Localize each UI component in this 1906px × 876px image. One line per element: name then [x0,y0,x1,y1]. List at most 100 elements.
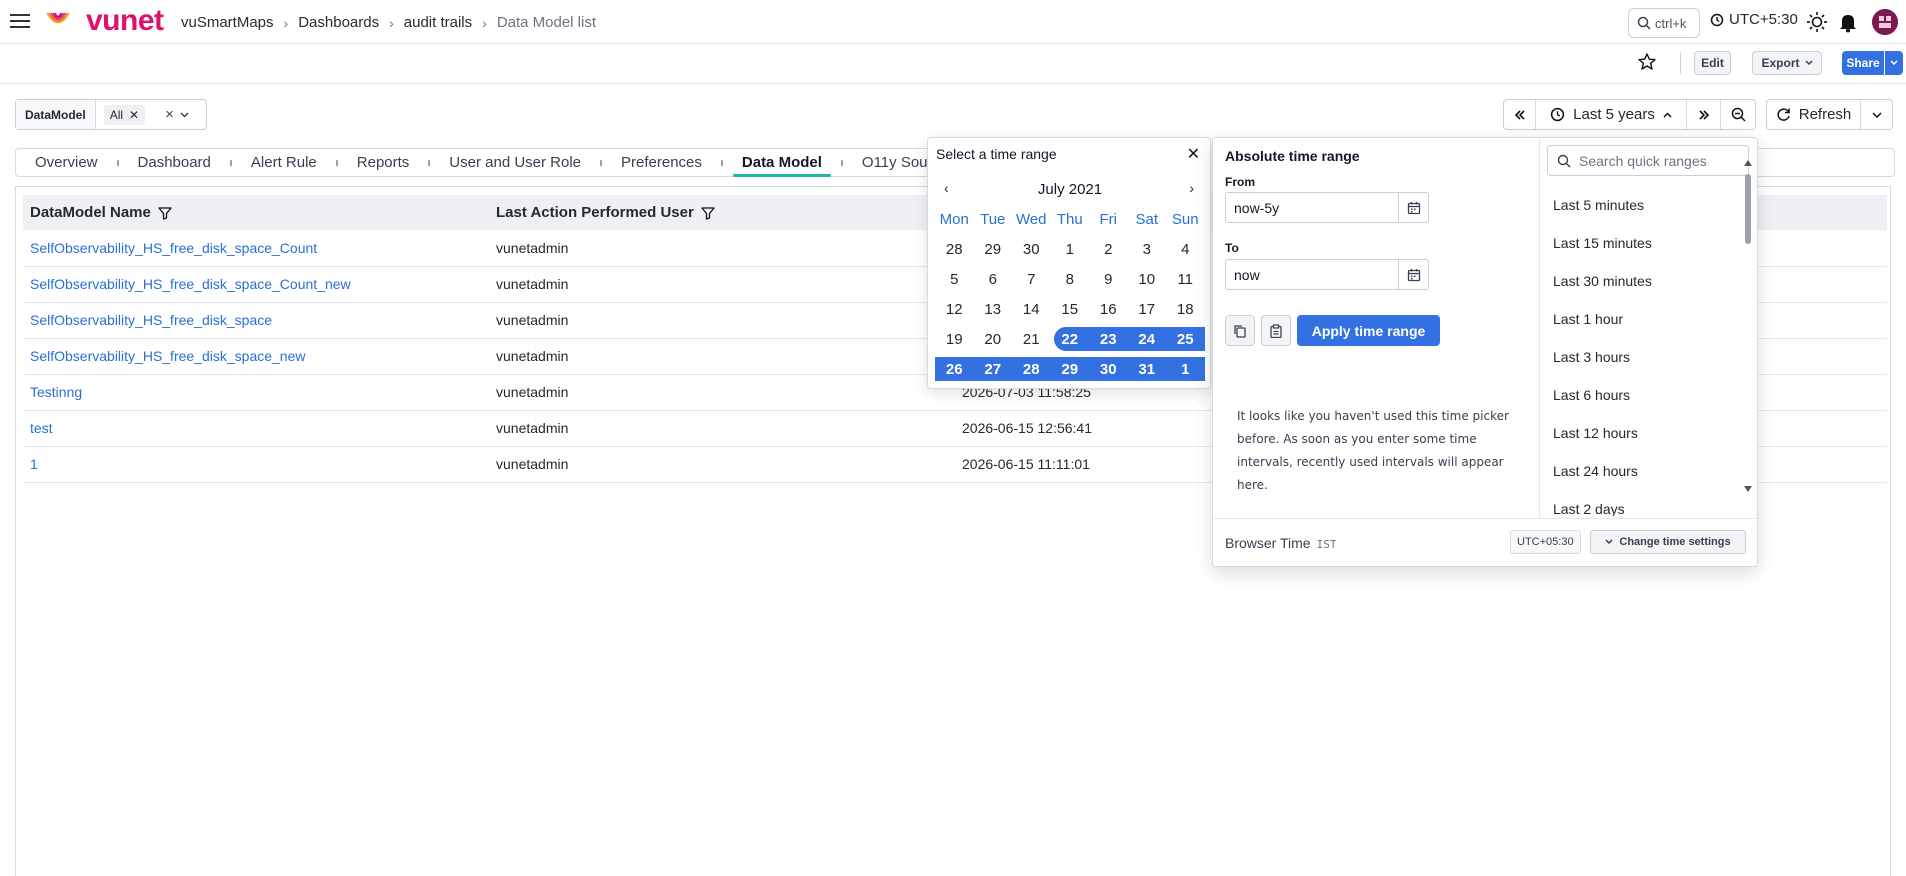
quick-range-item[interactable]: Last 5 minutes [1553,186,1733,224]
quick-range-item[interactable]: Last 3 hours [1553,338,1733,376]
calendar-day[interactable]: 15 [1051,301,1090,318]
apply-time-range-button[interactable]: Apply time range [1297,315,1440,346]
calendar-day[interactable]: 6 [974,271,1013,288]
chevron-right-icon[interactable]: › [1189,180,1194,196]
calendar-icon[interactable] [1399,192,1429,223]
quick-range-item[interactable]: Last 30 minutes [1553,262,1733,300]
from-input[interactable]: now-5y [1225,192,1399,223]
calendar-day[interactable]: 28 [935,241,974,258]
calendar-day-selected[interactable]: 31 [1128,361,1167,378]
refresh-button[interactable]: Refresh [1767,100,1861,129]
tab-data-model[interactable]: Data Model [723,149,841,177]
calendar-day[interactable]: 16 [1089,301,1128,318]
column-header-last-action-user[interactable]: Last Action Performed User [489,195,955,230]
calendar-day[interactable]: 30 [1012,241,1051,258]
edit-button[interactable]: Edit [1694,51,1731,75]
calendar-day[interactable]: 17 [1128,301,1167,318]
calendar-day[interactable]: 29 [974,241,1013,258]
avatar[interactable] [1872,9,1898,35]
calendar-day[interactable]: 13 [974,301,1013,318]
scrollbar[interactable] [1743,156,1753,496]
calendar-day-selected[interactable]: 27 [974,361,1013,378]
calendar-day-selected[interactable]: 1 [1166,361,1205,378]
export-button[interactable]: Export [1752,51,1822,75]
tab-reports[interactable]: Reports [338,149,429,176]
filter-icon[interactable] [158,206,172,220]
calendar-day[interactable]: 19 [935,331,974,348]
calendar-day[interactable]: 4 [1166,241,1205,258]
tab-user-and-user-role[interactable]: User and User Role [430,149,600,176]
clear-icon[interactable]: × [165,106,174,123]
shift-back-button[interactable] [1504,100,1536,129]
tab-overview[interactable]: Overview [16,149,117,176]
filter-chip[interactable]: All ✕ [103,104,146,125]
close-icon[interactable]: ✕ [129,108,139,122]
calendar-day[interactable]: 8 [1051,271,1090,288]
calendar-day[interactable]: 21 [1012,331,1051,348]
quick-range-item[interactable]: Last 1 hour [1553,300,1733,338]
shift-forward-button[interactable] [1687,100,1721,129]
share-options-button[interactable] [1885,51,1903,75]
change-time-settings-button[interactable]: Change time settings [1590,530,1746,554]
quick-range-item[interactable]: Last 12 hours [1553,414,1733,452]
time-range-button[interactable]: Last 5 years [1536,100,1687,129]
calendar-day-selected[interactable]: 22 [1051,331,1090,348]
quick-ranges-search[interactable]: Search quick ranges [1547,145,1749,176]
calendar-day[interactable]: 20 [974,331,1013,348]
calendar-icon[interactable] [1399,259,1429,290]
calendar-day[interactable]: 3 [1128,241,1167,258]
breadcrumb-item-audit-trails[interactable]: audit trails [404,14,472,31]
calendar-day-selected[interactable]: 23 [1089,331,1128,348]
calendar-day[interactable]: 9 [1089,271,1128,288]
calendar-day[interactable]: 1 [1051,241,1090,258]
vunet-logo-text[interactable]: vunet [86,4,164,38]
calendar-day[interactable]: 7 [1012,271,1051,288]
calendar-day-selected[interactable]: 25 [1166,331,1205,348]
calendar-day[interactable]: 18 [1166,301,1205,318]
to-input[interactable]: now [1225,259,1399,290]
tab-preferences[interactable]: Preferences [602,149,721,176]
calendar-day-selected[interactable]: 30 [1089,361,1128,378]
filter-icon[interactable] [701,206,715,220]
datamodel-name-link[interactable]: Testinng [23,374,489,411]
calendar-day-selected[interactable]: 28 [1012,361,1051,378]
datamodel-name-link[interactable]: SelfObservability_HS_free_disk_space_new [23,338,489,375]
datamodel-name-link[interactable]: 1 [23,446,489,483]
tab-alert-rule[interactable]: Alert Rule [232,149,336,176]
refresh-interval-button[interactable] [1861,100,1892,129]
calendar-day-selected[interactable]: 26 [935,361,974,378]
chevron-down-icon[interactable] [180,111,189,118]
star-icon[interactable] [1637,52,1659,74]
quick-range-item[interactable]: Last 15 minutes [1553,224,1733,262]
calendar-day-selected[interactable]: 29 [1051,361,1090,378]
vunet-logo-icon[interactable] [44,8,72,36]
timezone-button[interactable]: UTC+5:30 [1710,11,1798,28]
menu-icon[interactable] [9,12,33,32]
calendar-day[interactable]: 14 [1012,301,1051,318]
datamodel-filter[interactable]: DataModel All ✕ × [15,99,207,130]
quick-range-item[interactable]: Last 2 days [1553,490,1733,516]
quick-range-item[interactable]: Last 24 hours [1553,452,1733,490]
close-icon[interactable]: ✕ [1187,144,1200,164]
share-button[interactable]: Share [1842,51,1884,75]
breadcrumb-item-dashboards[interactable]: Dashboards [298,14,379,31]
calendar-day[interactable]: 12 [935,301,974,318]
global-search-button[interactable]: ctrl+k [1628,8,1700,38]
tab-dashboard[interactable]: Dashboard [119,149,230,176]
datamodel-name-link[interactable]: SelfObservability_HS_free_disk_space_Cou… [23,266,489,303]
calendar-day-selected[interactable]: 24 [1128,331,1167,348]
column-header-datamodel-name[interactable]: DataModel Name [23,195,489,230]
calendar-day[interactable]: 11 [1166,271,1205,288]
datamodel-name-link[interactable]: SelfObservability_HS_free_disk_space_Cou… [23,230,489,267]
quick-range-item[interactable]: Last 6 hours [1553,376,1733,414]
datamodel-name-link[interactable]: SelfObservability_HS_free_disk_space [23,302,489,339]
sun-icon[interactable] [1806,11,1828,33]
breadcrumb-item-vusmartmaps[interactable]: vuSmartMaps [181,14,274,31]
bell-icon[interactable] [1837,11,1859,33]
datamodel-name-link[interactable]: test [23,410,489,447]
copy-icon[interactable] [1225,315,1255,346]
calendar-day[interactable]: 2 [1089,241,1128,258]
zoom-out-button[interactable] [1721,100,1755,129]
paste-icon[interactable] [1261,315,1291,346]
calendar-day[interactable]: 10 [1128,271,1167,288]
